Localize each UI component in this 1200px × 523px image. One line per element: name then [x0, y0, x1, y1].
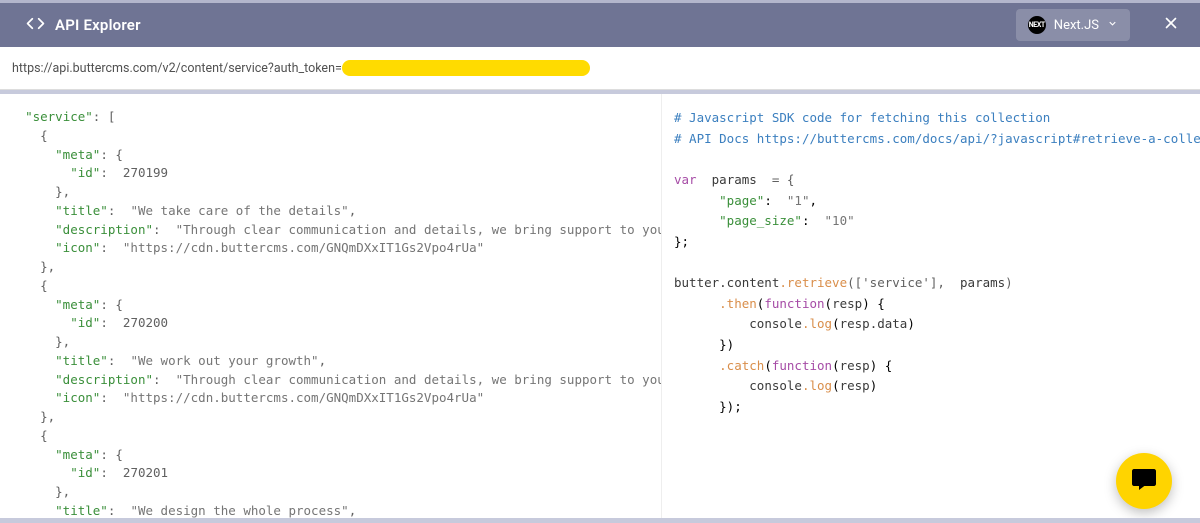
chat-icon	[1130, 465, 1158, 497]
header-title: API Explorer	[26, 14, 141, 37]
content-panels: "service": [ { "meta": { "id": 270199 },…	[0, 90, 1200, 520]
response-json: "service": [ { "meta": { "id": 270199 },…	[0, 94, 661, 520]
sdk-label: Next.JS	[1054, 18, 1099, 33]
chat-launcher-button[interactable]	[1116, 453, 1172, 509]
sdk-code-panel: # Javascript SDK code for fetching this …	[662, 94, 1200, 520]
bottom-border	[0, 518, 1200, 523]
page-title: API Explorer	[55, 16, 141, 34]
sdk-code-block: # Javascript SDK code for fetching this …	[674, 108, 1188, 417]
header-bar: API Explorer NEXT Next.JS	[0, 3, 1200, 47]
code-icon	[26, 14, 45, 37]
response-panel[interactable]: "service": [ { "meta": { "id": 270199 },…	[0, 94, 662, 520]
sdk-badge-icon: NEXT	[1028, 16, 1046, 34]
request-url-bar[interactable]: https://api.buttercms.com/v2/content/ser…	[0, 47, 1200, 90]
request-url: https://api.buttercms.com/v2/content/ser…	[12, 61, 342, 76]
close-button[interactable]	[1162, 14, 1180, 36]
sdk-selector[interactable]: NEXT Next.JS	[1016, 9, 1130, 41]
chevron-down-icon	[1107, 18, 1118, 33]
auth-token-redacted	[342, 60, 590, 76]
